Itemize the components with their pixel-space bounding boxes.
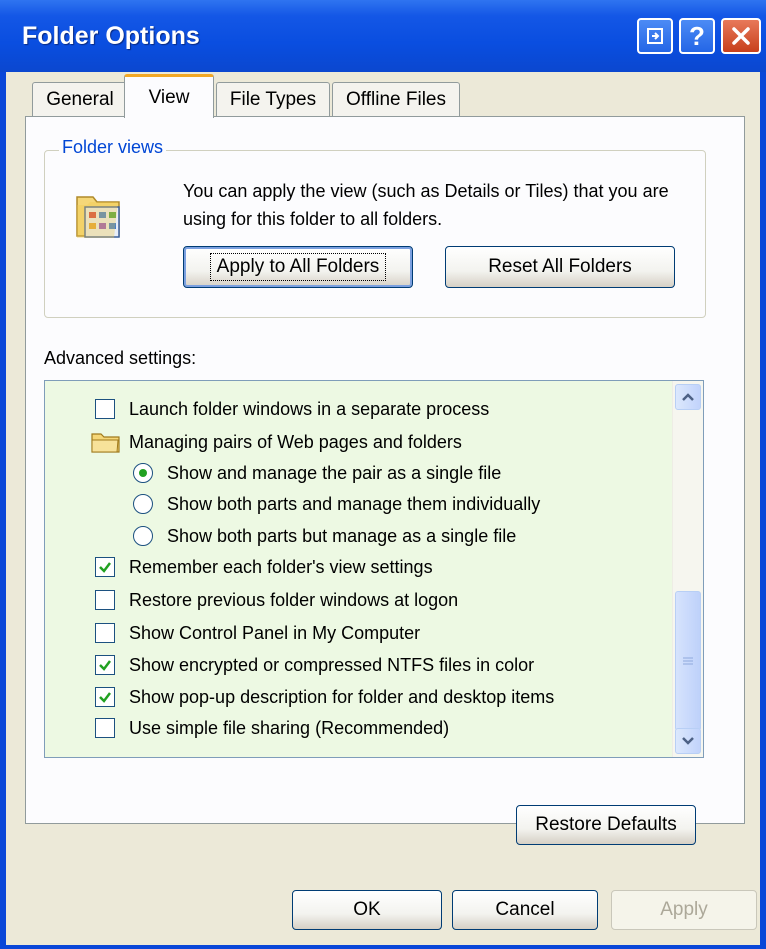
list-item-label: Restore previous folder windows at logon: [129, 589, 459, 610]
checkbox[interactable]: [95, 718, 115, 738]
folder-views-legend: Folder views: [59, 137, 167, 158]
folder-views-description: You can apply the view (such as Details …: [183, 181, 669, 229]
checkbox-checked[interactable]: [95, 655, 115, 675]
list-item-label: Show both parts and manage them individu…: [167, 493, 541, 514]
checkmark-icon: [99, 562, 111, 573]
folder-views-group: Folder views You can apply the view (suc…: [44, 137, 706, 318]
list-item-label: Managing pairs of Web pages and folders: [129, 431, 462, 452]
list-item[interactable]: Show both parts but manage as a single f…: [133, 521, 516, 551]
checkbox[interactable]: [95, 399, 115, 419]
tab-view-label: View: [148, 86, 190, 108]
list-item-label: Use simple file sharing (Recommended): [129, 717, 450, 738]
list-item[interactable]: Remember each folder's view settings: [95, 552, 433, 582]
checkbox-checked[interactable]: [95, 557, 115, 577]
folder-icon: [91, 433, 120, 453]
apply-label: Apply: [660, 899, 708, 920]
tab-strip: General View File Types Offline Files: [6, 72, 760, 122]
list-item-label: Show Control Panel in My Computer: [129, 622, 421, 643]
restore-defaults-label: Restore Defaults: [535, 814, 677, 835]
tab-offline-files[interactable]: Offline Files: [332, 82, 460, 116]
list-item[interactable]: Show and manage the pair as a single fil…: [133, 458, 501, 488]
apply-to-all-folders-label: Apply to All Folders: [209, 253, 387, 281]
checkmark-icon: [99, 692, 111, 703]
list-item[interactable]: Show pop-up description for folder and d…: [95, 682, 554, 712]
list-item[interactable]: Show both parts and manage them individu…: [133, 489, 540, 519]
tab-view[interactable]: View: [124, 74, 214, 118]
reset-all-folders-button[interactable]: Reset All Folders: [445, 246, 675, 288]
list-item[interactable]: Launch folder windows in a separate proc…: [95, 394, 489, 424]
tab-offline-files-label: Offline Files: [346, 88, 446, 110]
list-item-label: Show pop-up description for folder and d…: [129, 686, 555, 707]
list-item[interactable]: Use simple file sharing (Recommended): [95, 713, 449, 743]
tab-general-label: General: [46, 88, 114, 110]
minimize-icon: [647, 28, 663, 44]
grip-icon: [683, 657, 693, 665]
vertical-scrollbar[interactable]: [672, 381, 703, 757]
tab-general[interactable]: General: [32, 82, 128, 116]
tab-file-types[interactable]: File Types: [216, 82, 330, 116]
restore-defaults-button[interactable]: Restore Defaults: [516, 805, 696, 845]
list-item[interactable]: Restore previous folder windows at logon: [95, 585, 458, 615]
apply-button[interactable]: Apply: [611, 890, 757, 930]
cancel-label: Cancel: [495, 899, 555, 920]
folder-views-icon: [76, 196, 120, 238]
radio-button[interactable]: [133, 494, 153, 514]
minimize-button[interactable]: [637, 18, 673, 54]
ok-label: OK: [353, 899, 381, 920]
close-button[interactable]: [721, 18, 761, 54]
ok-button[interactable]: OK: [292, 890, 442, 930]
radio-button-selected[interactable]: [133, 463, 153, 483]
advanced-settings-label: Advanced settings:: [44, 348, 197, 368]
list-item-group: Managing pairs of Web pages and folders: [91, 427, 462, 457]
folder-options-window: Folder Options ? General View File Types…: [0, 0, 766, 949]
scroll-down-button[interactable]: [675, 728, 701, 754]
title-bar[interactable]: Folder Options ?: [0, 0, 766, 72]
checkmark-icon: [99, 660, 111, 671]
apply-to-all-folders-button[interactable]: Apply to All Folders: [183, 246, 413, 288]
list-item[interactable]: Show encrypted or compressed NTFS files …: [95, 650, 534, 680]
list-item-label: Show both parts but manage as a single f…: [167, 525, 517, 546]
help-icon: ?: [689, 20, 705, 51]
list-item-label: Remember each folder's view settings: [129, 556, 433, 577]
list-item[interactable]: Show Control Panel in My Computer: [95, 618, 420, 648]
chevron-up-icon: [682, 393, 694, 401]
chevron-down-icon: [682, 737, 694, 745]
reset-all-folders-label: Reset All Folders: [488, 256, 632, 277]
list-item-label: Launch folder windows in a separate proc…: [129, 398, 490, 419]
dialog-client: General View File Types Offline Files Fo…: [6, 72, 760, 945]
tab-file-types-label: File Types: [229, 88, 317, 110]
advanced-settings-list[interactable]: Launch folder windows in a separate proc…: [44, 380, 704, 758]
radio-button[interactable]: [133, 526, 153, 546]
list-item-label: Show and manage the pair as a single fil…: [167, 462, 502, 483]
checkbox[interactable]: [95, 590, 115, 610]
list-item-label: Show encrypted or compressed NTFS files …: [129, 654, 535, 675]
scroll-thumb[interactable]: [675, 591, 701, 731]
help-button[interactable]: ?: [679, 18, 715, 54]
close-icon: [732, 27, 750, 45]
scroll-up-button[interactable]: [675, 384, 701, 410]
radio-dot: [139, 469, 147, 477]
checkbox[interactable]: [95, 623, 115, 643]
window-title: Folder Options: [22, 22, 200, 50]
checkbox-checked[interactable]: [95, 687, 115, 707]
cancel-button[interactable]: Cancel: [452, 890, 598, 930]
